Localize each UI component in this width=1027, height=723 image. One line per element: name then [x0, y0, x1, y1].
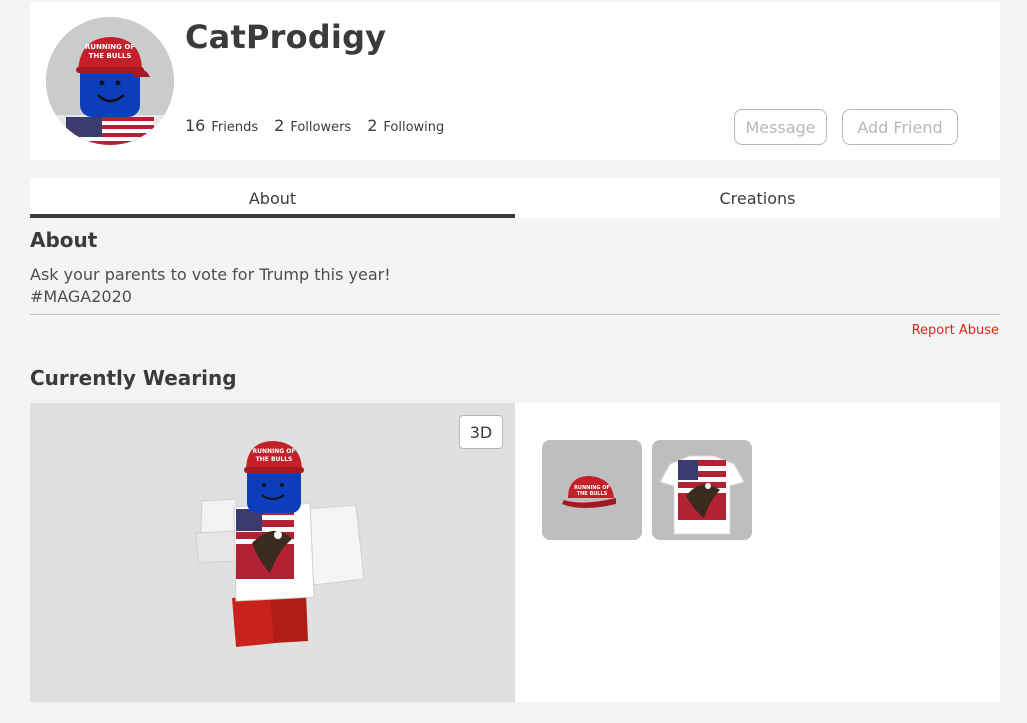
avatar-viewer[interactable]: RUNNING OF THE BULLS 3D — [30, 403, 515, 702]
svg-text:RUNNING OF: RUNNING OF — [85, 43, 135, 51]
svg-text:THE BULLS: THE BULLS — [256, 456, 293, 463]
red-cap-icon: RUNNING OF THE BULLS — [562, 476, 616, 508]
svg-text:THE BULLS: THE BULLS — [577, 491, 608, 497]
about-divider — [30, 314, 1000, 315]
avatar-figure-icon: RUNNING OF THE BULLS — [195, 441, 365, 647]
following-count: 2 — [367, 116, 378, 135]
tab-creations[interactable]: Creations — [515, 178, 1000, 218]
wearing-items-panel: RUNNING OF THE BULLS — [515, 403, 1000, 702]
friends-label: Friends — [211, 120, 259, 135]
message-button[interactable]: Message — [734, 109, 827, 145]
profile-header: RUNNING OF THE BULLS CatProdigy 16 Frien… — [30, 2, 1000, 160]
about-description: Ask your parents to vote for Trump this … — [30, 265, 391, 306]
svg-text:THE BULLS: THE BULLS — [89, 52, 132, 60]
currently-wearing-heading: Currently Wearing — [30, 366, 237, 390]
avatar-headshot-icon: RUNNING OF THE BULLS — [46, 17, 174, 145]
friends-count: 16 — [185, 116, 206, 135]
wearing-item-cap[interactable]: RUNNING OF THE BULLS — [542, 440, 642, 540]
followers-label: Followers — [290, 120, 352, 135]
report-abuse-link[interactable]: Report Abuse — [912, 323, 999, 338]
friends-stat[interactable]: 16 Friends — [185, 116, 258, 135]
followers-stat[interactable]: 2 Followers — [274, 116, 351, 135]
profile-stats: 16 Friends 2 Followers 2 Following — [185, 116, 444, 135]
followers-count: 2 — [274, 116, 285, 135]
about-heading: About — [30, 228, 98, 252]
following-stat[interactable]: 2 Following — [367, 116, 444, 135]
tab-about[interactable]: About — [30, 178, 515, 218]
following-label: Following — [383, 120, 445, 135]
eagle-tshirt-icon — [659, 455, 745, 535]
wearing-item-tshirt[interactable] — [652, 440, 752, 540]
toggle-3d-button[interactable]: 3D — [459, 415, 503, 449]
add-friend-button[interactable]: Add Friend — [842, 109, 958, 145]
svg-text:RUNNING OF: RUNNING OF — [252, 448, 295, 455]
profile-tabs: About Creations — [30, 178, 1000, 218]
username: CatProdigy — [185, 18, 387, 56]
avatar[interactable]: RUNNING OF THE BULLS — [46, 17, 174, 145]
